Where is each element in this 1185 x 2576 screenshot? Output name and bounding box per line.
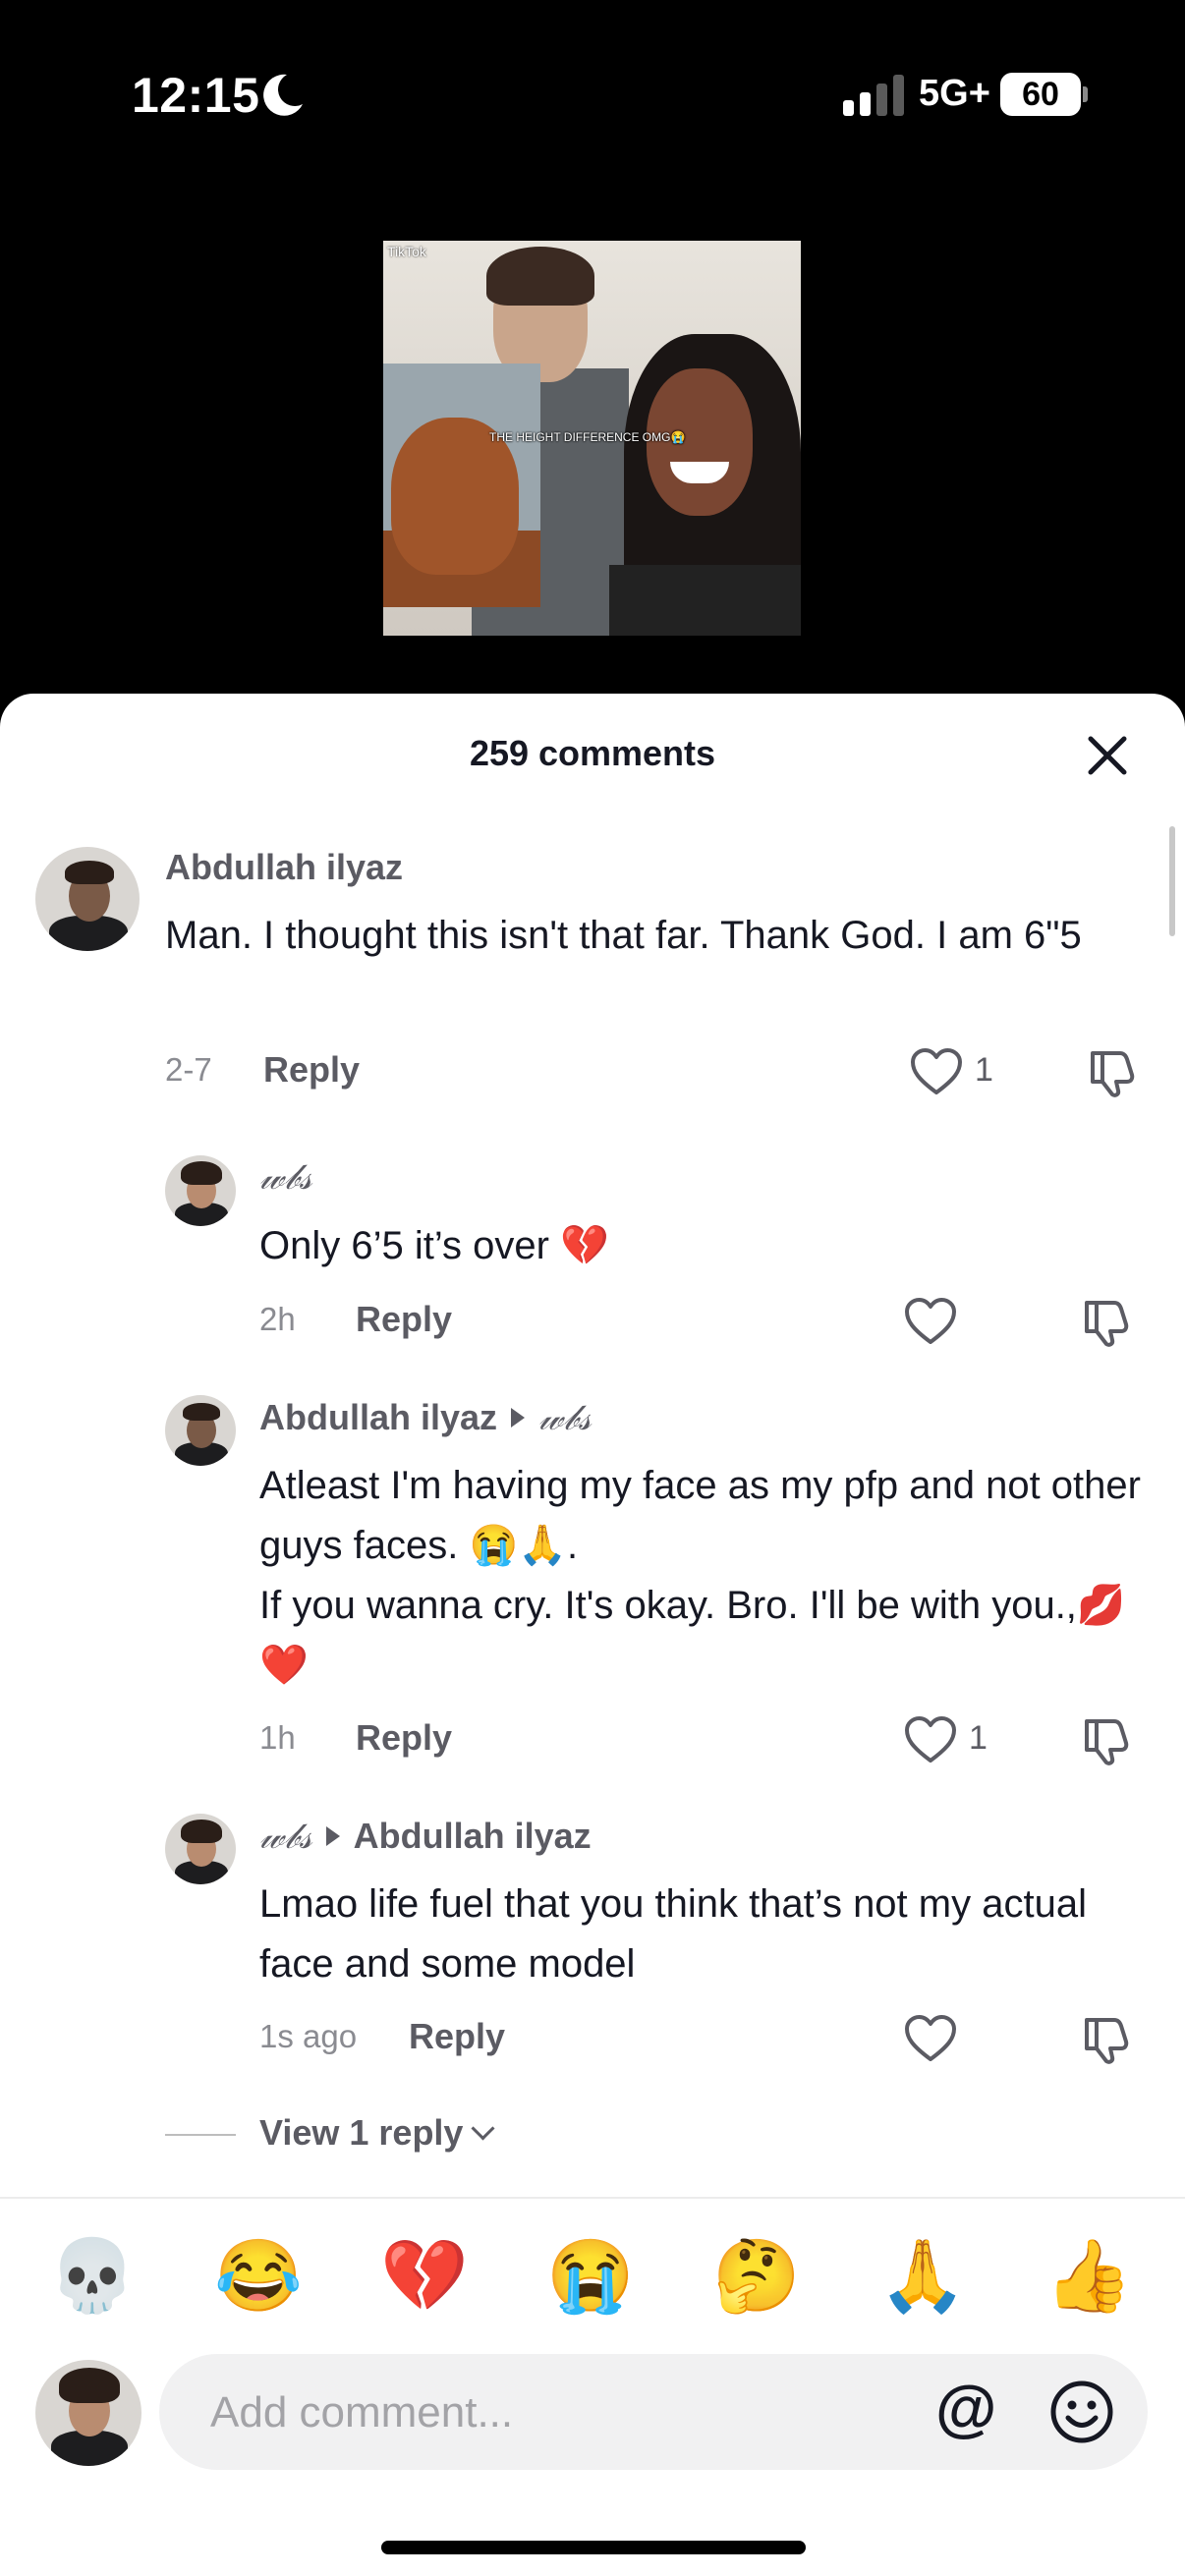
- avatar[interactable]: [165, 1814, 236, 1884]
- emoji-thinking[interactable]: 🤔: [709, 2232, 804, 2321]
- status-bar: 12:15 5G+ 60: [0, 0, 1185, 196]
- emoji-picker-icon[interactable]: [1049, 2380, 1114, 2444]
- like-heart-icon[interactable]: [904, 2014, 957, 2063]
- comment-time: 1h: [259, 1719, 296, 1756]
- comment-username[interactable]: Abdullah ilyaz 𝓌𝒷𝓈: [259, 1397, 592, 1439]
- mention-icon[interactable]: @: [935, 2372, 996, 2444]
- scrollbar[interactable]: [1169, 826, 1175, 936]
- dislike-icon[interactable]: [1081, 1297, 1132, 1348]
- avatar[interactable]: [35, 847, 140, 951]
- like-count: 1: [975, 1051, 993, 1089]
- view-replies-button[interactable]: View 1 reply: [259, 2112, 495, 2154]
- video-woman-body: [609, 565, 801, 636]
- emoji-skull[interactable]: 💀: [45, 2232, 140, 2321]
- video-man-hair: [486, 247, 594, 306]
- reply-button[interactable]: Reply: [356, 1299, 452, 1340]
- close-icon[interactable]: [1081, 729, 1134, 782]
- current-user-avatar[interactable]: [35, 2360, 141, 2466]
- reply-to-user[interactable]: Abdullah ilyaz: [354, 1816, 592, 1856]
- comment-author[interactable]: 𝓌𝒷𝓈: [259, 1817, 312, 1857]
- like-heart-icon[interactable]: [910, 1047, 963, 1096]
- like-count: 1: [969, 1719, 988, 1757]
- dislike-icon[interactable]: [1081, 2014, 1132, 2065]
- video-caption: THE HEIGHT DIFFERENCE OMG😭: [489, 430, 686, 444]
- divider: [0, 2197, 1185, 2199]
- like-heart-icon[interactable]: [904, 1297, 957, 1346]
- reply-arrow-icon: [325, 1826, 340, 1847]
- comment-text: Atleast I'm having my face as my pfp and…: [259, 1456, 1144, 1696]
- network-type: 5G+: [919, 73, 990, 114]
- video-preview[interactable]: TikTok THE HEIGHT DIFFERENCE OMG😭: [383, 241, 801, 636]
- video-inset-image: [383, 364, 540, 607]
- emoji-thumbs-up[interactable]: 👍: [1042, 2232, 1136, 2321]
- reply-button[interactable]: Reply: [356, 1717, 452, 1759]
- view-replies-line: [165, 2134, 236, 2136]
- comment-time: 2-7: [165, 1051, 212, 1088]
- reply-arrow-icon: [511, 1408, 526, 1428]
- dislike-icon[interactable]: [1081, 1715, 1132, 1766]
- emoji-joy[interactable]: 😂: [211, 2232, 306, 2321]
- home-indicator[interactable]: [381, 2541, 806, 2554]
- comment-text-line-2: If you wanna cry. It's okay. Bro. I'll b…: [259, 1584, 1126, 1687]
- emoji-broken-heart[interactable]: 💔: [377, 2232, 472, 2321]
- emoji-pray[interactable]: 🙏: [875, 2232, 970, 2321]
- comment-time: 2h: [259, 1301, 296, 1337]
- comment-text-line-1: Atleast I'm having my face as my pfp and…: [259, 1464, 1141, 1567]
- comment-composer: @: [159, 2354, 1148, 2470]
- comment-username[interactable]: 𝓌𝒷𝓈 Abdullah ilyaz: [259, 1816, 592, 1858]
- avatar[interactable]: [165, 1155, 236, 1226]
- comment-author[interactable]: Abdullah ilyaz: [259, 1397, 497, 1437]
- reply-button[interactable]: Reply: [409, 2016, 505, 2057]
- comment-text: Lmao life fuel that you think that’s not…: [259, 1882, 1087, 1986]
- dislike-icon[interactable]: [1087, 1047, 1138, 1098]
- comment-time: 1s ago: [259, 2018, 358, 2054]
- comment-text: Only 6’5 it’s over 💔: [259, 1224, 609, 1267]
- reply-to-user[interactable]: 𝓌𝒷𝓈: [538, 1398, 592, 1438]
- emoji-crying[interactable]: 😭: [543, 2232, 638, 2321]
- battery-level: 60: [1000, 73, 1081, 116]
- view-replies-label[interactable]: View 1 reply: [259, 2112, 463, 2153]
- cellular-signal-icon: [843, 75, 904, 116]
- comment-username[interactable]: Abdullah ilyaz: [165, 847, 403, 888]
- comments-count-title: 259 comments: [469, 733, 716, 773]
- comment-username[interactable]: 𝓌𝒷𝓈: [259, 1157, 312, 1199]
- do-not-disturb-moon-icon: [263, 74, 303, 116]
- battery-tip: [1083, 86, 1088, 102]
- comment-text: Man. I thought this isn't that far. Than…: [165, 914, 1082, 957]
- reply-button[interactable]: Reply: [263, 1049, 360, 1091]
- comments-sheet: 259 comments Abdullah ilyaz Man. I thoug…: [0, 694, 1185, 2576]
- comment-input[interactable]: [208, 2374, 979, 2452]
- avatar[interactable]: [165, 1395, 236, 1466]
- chevron-down-icon: [471, 2116, 495, 2141]
- like-heart-icon[interactable]: [904, 1715, 957, 1764]
- video-watermark: TikTok: [387, 244, 426, 259]
- status-time: 12:15: [132, 68, 260, 123]
